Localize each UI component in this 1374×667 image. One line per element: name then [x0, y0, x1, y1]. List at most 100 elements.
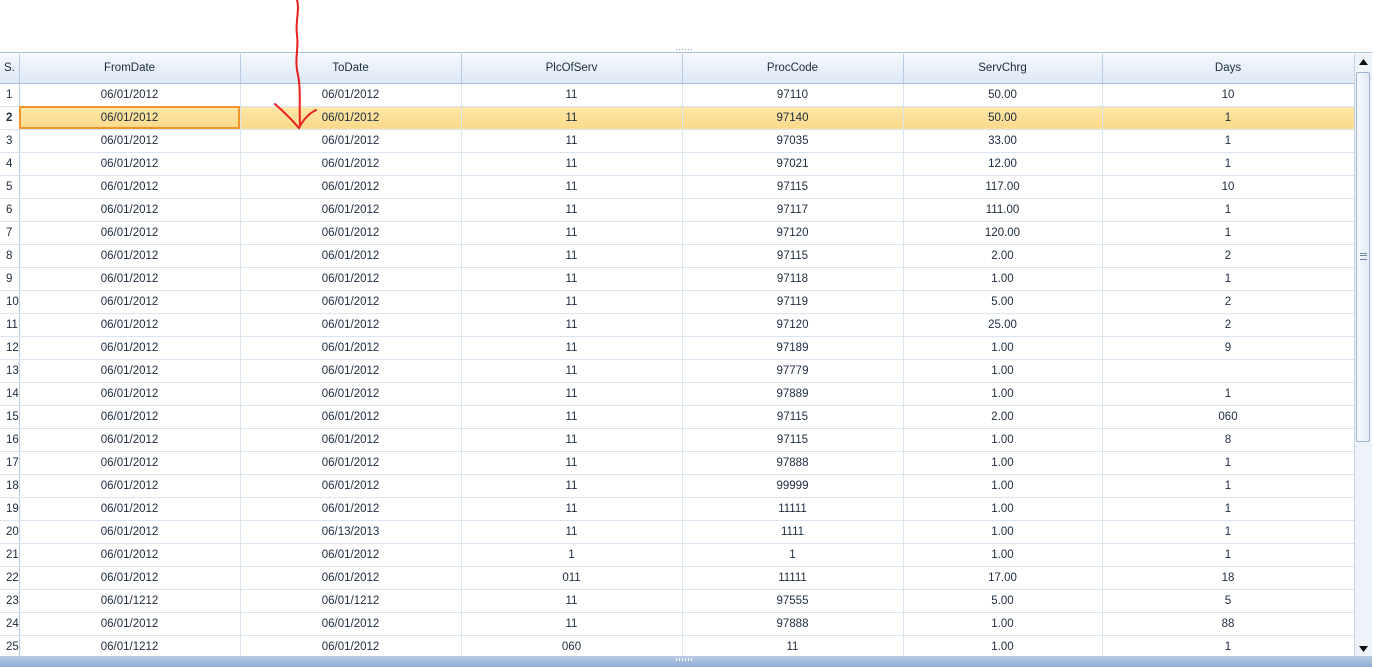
cell-serial[interactable]: 24 — [0, 612, 20, 636]
cell-proccode[interactable]: 97117 — [682, 198, 904, 222]
cell-serial[interactable]: 4 — [0, 152, 20, 176]
cell-servchrg[interactable]: 50.00 — [903, 83, 1103, 107]
cell-plcofserv[interactable]: 11 — [461, 474, 683, 498]
cell-todate[interactable]: 06/01/2012 — [240, 267, 462, 291]
cell-fromdate[interactable]: 06/01/2012 — [19, 428, 241, 452]
cell-fromdate[interactable]: 06/01/2012 — [19, 244, 241, 268]
vertical-scrollbar[interactable] — [1354, 54, 1372, 658]
cell-servchrg[interactable]: 1.00 — [903, 336, 1103, 360]
cell-todate[interactable]: 06/01/2012 — [240, 382, 462, 406]
cell-todate[interactable]: 06/01/2012 — [240, 175, 462, 199]
cell-days[interactable]: 8 — [1102, 428, 1355, 452]
cell-serial[interactable]: 7 — [0, 221, 20, 245]
cell-servchrg[interactable]: 1.00 — [903, 428, 1103, 452]
cell-plcofserv[interactable]: 11 — [461, 244, 683, 268]
cell-serial[interactable]: 17 — [0, 451, 20, 475]
cell-plcofserv[interactable]: 060 — [461, 635, 683, 659]
column-header-days[interactable]: Days — [1102, 54, 1355, 84]
cell-todate[interactable]: 06/01/2012 — [240, 612, 462, 636]
cell-servchrg[interactable]: 1.00 — [903, 520, 1103, 544]
cell-days[interactable]: 1 — [1102, 382, 1355, 406]
cell-days[interactable] — [1102, 359, 1355, 383]
cell-fromdate[interactable]: 06/01/2012 — [19, 106, 241, 130]
cell-plcofserv[interactable]: 11 — [461, 589, 683, 613]
cell-serial[interactable]: 20 — [0, 520, 20, 544]
cell-proccode[interactable]: 97021 — [682, 152, 904, 176]
cell-days[interactable]: 1 — [1102, 106, 1355, 130]
cell-todate[interactable]: 06/01/2012 — [240, 244, 462, 268]
cell-proccode[interactable]: 97555 — [682, 589, 904, 613]
cell-proccode[interactable]: 99999 — [682, 474, 904, 498]
cell-todate[interactable]: 06/01/2012 — [240, 497, 462, 521]
cell-servchrg[interactable]: 50.00 — [903, 106, 1103, 130]
table-row[interactable]: 1 06/01/2012 06/01/2012 11 97110 50.00 10 — [0, 83, 1355, 107]
cell-serial[interactable]: 5 — [0, 175, 20, 199]
cell-servchrg[interactable]: 1.00 — [903, 267, 1103, 291]
cell-todate[interactable]: 06/01/2012 — [240, 290, 462, 314]
cell-days[interactable]: 2 — [1102, 244, 1355, 268]
cell-servchrg[interactable]: 5.00 — [903, 589, 1103, 613]
cell-fromdate[interactable]: 06/01/2012 — [19, 267, 241, 291]
cell-todate[interactable]: 06/01/2012 — [240, 221, 462, 245]
cell-days[interactable]: 5 — [1102, 589, 1355, 613]
cell-servchrg[interactable]: 1.00 — [903, 612, 1103, 636]
cell-fromdate[interactable]: 06/01/2012 — [19, 474, 241, 498]
table-row[interactable]: 11 06/01/2012 06/01/2012 11 97120 25.00 2 — [0, 313, 1355, 337]
cell-days[interactable]: 1 — [1102, 198, 1355, 222]
cell-serial[interactable]: 16 — [0, 428, 20, 452]
cell-todate[interactable]: 06/01/2012 — [240, 405, 462, 429]
cell-proccode[interactable]: 97110 — [682, 83, 904, 107]
cell-fromdate[interactable]: 06/01/2012 — [19, 290, 241, 314]
cell-plcofserv[interactable]: 11 — [461, 336, 683, 360]
cell-plcofserv[interactable]: 11 — [461, 83, 683, 107]
cell-fromdate[interactable]: 06/01/2012 — [19, 336, 241, 360]
cell-fromdate[interactable]: 06/01/2012 — [19, 405, 241, 429]
cell-days[interactable]: 2 — [1102, 313, 1355, 337]
cell-proccode[interactable]: 97035 — [682, 129, 904, 153]
cell-servchrg[interactable]: 1.00 — [903, 359, 1103, 383]
cell-servchrg[interactable]: 1.00 — [903, 474, 1103, 498]
cell-plcofserv[interactable]: 11 — [461, 405, 683, 429]
cell-plcofserv[interactable]: 11 — [461, 497, 683, 521]
cell-fromdate[interactable]: 06/01/2012 — [19, 520, 241, 544]
cell-servchrg[interactable]: 111.00 — [903, 198, 1103, 222]
table-row[interactable]: 25 06/01/1212 06/01/2012 060 11 1.00 1 — [0, 635, 1355, 659]
cell-fromdate[interactable]: 06/01/1212 — [19, 635, 241, 659]
table-row[interactable]: 17 06/01/2012 06/01/2012 11 97888 1.00 1 — [0, 451, 1355, 475]
cell-plcofserv[interactable]: 11 — [461, 152, 683, 176]
cell-serial[interactable]: 13 — [0, 359, 20, 383]
table-row[interactable]: 4 06/01/2012 06/01/2012 11 97021 12.00 1 — [0, 152, 1355, 176]
cell-days[interactable]: 1 — [1102, 543, 1355, 567]
table-row[interactable]: 3 06/01/2012 06/01/2012 11 97035 33.00 1 — [0, 129, 1355, 153]
cell-fromdate[interactable]: 06/01/2012 — [19, 129, 241, 153]
cell-proccode[interactable]: 97118 — [682, 267, 904, 291]
table-row[interactable]: 22 06/01/2012 06/01/2012 011 11111 17.00 18 — [0, 566, 1355, 590]
cell-plcofserv[interactable]: 11 — [461, 612, 683, 636]
cell-proccode[interactable]: 97888 — [682, 612, 904, 636]
cell-plcofserv[interactable]: 11 — [461, 359, 683, 383]
cell-servchrg[interactable]: 1.00 — [903, 382, 1103, 406]
cell-fromdate[interactable]: 06/01/1212 — [19, 589, 241, 613]
cell-fromdate[interactable]: 06/01/2012 — [19, 83, 241, 107]
cell-days[interactable]: 1 — [1102, 221, 1355, 245]
cell-plcofserv[interactable]: 11 — [461, 451, 683, 475]
cell-plcofserv[interactable]: 11 — [461, 428, 683, 452]
cell-todate[interactable]: 06/01/2012 — [240, 359, 462, 383]
cell-plcofserv[interactable]: 11 — [461, 129, 683, 153]
table-row[interactable]: 19 06/01/2012 06/01/2012 11 11111 1.00 1 — [0, 497, 1355, 521]
cell-todate[interactable]: 06/01/2012 — [240, 83, 462, 107]
cell-days[interactable]: 1 — [1102, 497, 1355, 521]
cell-proccode[interactable]: 97115 — [682, 244, 904, 268]
cell-proccode[interactable]: 97115 — [682, 175, 904, 199]
cell-serial[interactable]: 1 — [0, 83, 20, 107]
table-row[interactable]: 13 06/01/2012 06/01/2012 11 97779 1.00 — [0, 359, 1355, 383]
cell-todate[interactable]: 06/01/2012 — [240, 336, 462, 360]
cell-fromdate[interactable]: 06/01/2012 — [19, 152, 241, 176]
cell-fromdate[interactable]: 06/01/2012 — [19, 198, 241, 222]
cell-proccode[interactable]: 97140 — [682, 106, 904, 130]
cell-serial[interactable]: 3 — [0, 129, 20, 153]
cell-todate[interactable]: 06/01/2012 — [240, 129, 462, 153]
column-header-servchrg[interactable]: ServChrg — [903, 54, 1103, 84]
table-row[interactable]: 10 06/01/2012 06/01/2012 11 97119 5.00 2 — [0, 290, 1355, 314]
cell-servchrg[interactable]: 2.00 — [903, 405, 1103, 429]
